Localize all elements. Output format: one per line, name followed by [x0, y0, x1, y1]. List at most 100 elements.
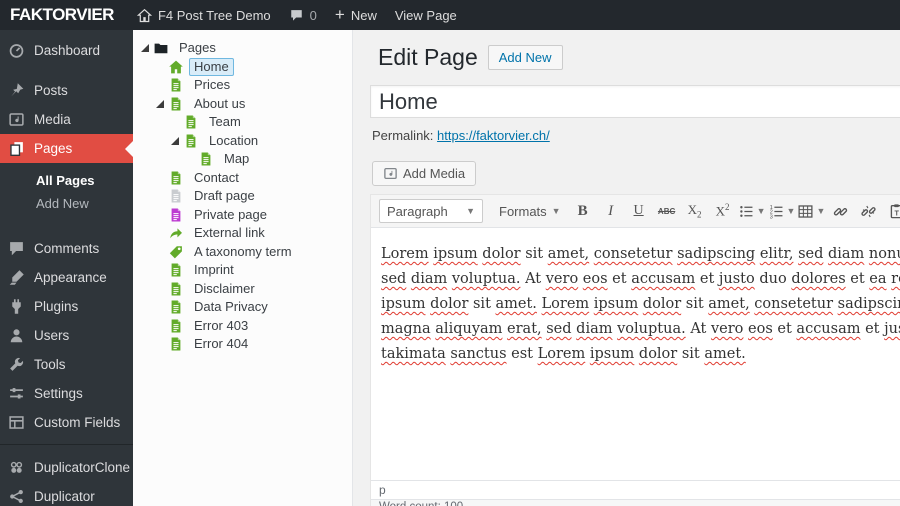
- site-menu[interactable]: F4 Post Tree Demo: [128, 0, 280, 30]
- tree-item-pages[interactable]: Pages: [141, 39, 348, 58]
- sidebar-item-users[interactable]: Users: [0, 321, 133, 350]
- sidebar-item-label: Settings: [34, 386, 83, 401]
- sidebar-item-custom-fields[interactable]: Custom Fields: [0, 408, 133, 437]
- bold-button[interactable]: B: [570, 198, 596, 224]
- comments-count: 0: [309, 7, 317, 23]
- pin-icon: [8, 82, 25, 99]
- tree-item-label: Imprint: [194, 262, 234, 278]
- tree-item-about-us[interactable]: About us: [141, 95, 348, 114]
- tree-item-team[interactable]: Team: [141, 113, 348, 132]
- sidebar-item-duplicatorclone[interactable]: DuplicatorClone: [0, 453, 133, 482]
- tree-item-label: About us: [194, 95, 246, 111]
- tree-item-label: Private page: [194, 206, 267, 222]
- permalink-label: Permalink:: [372, 128, 434, 143]
- sidebar-item-tools[interactable]: Tools: [0, 350, 133, 379]
- tree-item-label: External link: [194, 225, 265, 241]
- admin-menu: Dashboard Posts Media Pages All Pages Add New…: [0, 30, 133, 506]
- underline-button[interactable]: U: [626, 198, 652, 224]
- tree-item-data-privacy[interactable]: Data Privacy: [141, 298, 348, 317]
- sidebar-item-media[interactable]: Media: [0, 105, 133, 134]
- users-icon: [8, 327, 25, 344]
- tree-item-disclaimer[interactable]: Disclaimer: [141, 280, 348, 299]
- draft-page-icon: [168, 188, 184, 204]
- sidebar-item-label: DuplicatorClone: [34, 460, 131, 475]
- admin-bar: FAKTORVIER F4 Post Tree Demo 0 + New Vie…: [0, 0, 900, 30]
- sidebar-item-label: Duplicator: [34, 489, 95, 504]
- site-name: F4 Post Tree Demo: [157, 7, 271, 23]
- page-icon: [198, 151, 214, 167]
- sidebar-item-label: Plugins: [34, 299, 79, 314]
- sidebar-item-label: Tools: [34, 357, 66, 372]
- sidebar-item-appearance[interactable]: Appearance: [0, 263, 133, 292]
- home-icon: [168, 59, 184, 75]
- appearance-icon: [8, 269, 25, 286]
- page-icon: [168, 262, 184, 278]
- subscript-button[interactable]: X2: [682, 198, 708, 224]
- edit-page-main: Edit Page Add New Permalink: https://fak…: [353, 30, 900, 506]
- tree-item-error-403[interactable]: Error 403: [141, 317, 348, 336]
- sidebar-item-label: Comments: [34, 241, 100, 256]
- word-count-label: Word count:: [379, 501, 441, 506]
- bulleted-list-button[interactable]: ▼: [738, 198, 766, 224]
- menu-separator: [0, 223, 133, 234]
- new-label: New: [350, 7, 377, 23]
- remove-link-button[interactable]: [855, 198, 881, 224]
- editor-content-area[interactable]: Lorem ipsum dolor sit amet, consetetur s…: [371, 228, 900, 480]
- insert-link-button[interactable]: [827, 198, 853, 224]
- plus-icon: +: [334, 4, 345, 24]
- paragraph-format-select[interactable]: Paragraph ▼: [379, 199, 483, 223]
- duplicator-clone-icon: [8, 459, 25, 476]
- submenu-item-add-new[interactable]: Add New: [0, 192, 133, 215]
- tree-item-private-page[interactable]: Private page: [141, 206, 348, 225]
- tree-item-a-taxonomy-term[interactable]: A taxonomy term: [141, 243, 348, 262]
- tree-expander-icon[interactable]: [156, 99, 168, 108]
- sidebar-item-comments[interactable]: Comments: [0, 234, 133, 263]
- paste-as-text-button[interactable]: T: [883, 198, 900, 224]
- add-media-button[interactable]: Add Media: [372, 161, 477, 186]
- sidebar-item-dashboard[interactable]: Dashboard: [0, 36, 133, 65]
- submenu-item-all-pages[interactable]: All Pages: [0, 169, 133, 192]
- superscript-button[interactable]: X2: [710, 198, 736, 224]
- formats-dropdown[interactable]: Formats ▼: [491, 204, 569, 219]
- tree-item-error-404[interactable]: Error 404: [141, 335, 348, 354]
- media-icon: [8, 111, 25, 128]
- sidebar-item-plugins[interactable]: Plugins: [0, 292, 133, 321]
- numbered-list-button[interactable]: 1 2 3 ▼: [768, 198, 795, 224]
- strikethrough-button[interactable]: ABC: [654, 198, 680, 224]
- sidebar-item-posts[interactable]: Posts: [0, 76, 133, 105]
- view-page-link[interactable]: View Page: [386, 0, 466, 30]
- new-menu[interactable]: + New: [326, 0, 386, 30]
- dashboard-icon: [8, 42, 25, 59]
- comment-bubble-icon: [289, 8, 304, 22]
- private-page-icon: [168, 207, 184, 223]
- sidebar-item-pages[interactable]: Pages: [0, 134, 133, 163]
- tree-item-label: Contact: [194, 169, 239, 185]
- tree-item-home[interactable]: Home: [141, 57, 348, 77]
- add-media-label: Add Media: [403, 166, 466, 181]
- table-button[interactable]: ▼: [797, 198, 825, 224]
- tree-item-label: Location: [209, 132, 259, 148]
- italic-button[interactable]: I: [598, 198, 624, 224]
- sidebar-item-label: Media: [34, 112, 71, 127]
- post-title-input[interactable]: [370, 85, 900, 118]
- faktorvier-logo: FAKTORVIER: [10, 5, 114, 24]
- sidebar-item-duplicator[interactable]: Duplicator: [0, 482, 133, 506]
- add-new-button[interactable]: Add New: [487, 45, 563, 70]
- plugins-icon: [8, 298, 25, 315]
- tree-item-location[interactable]: Location: [141, 132, 348, 151]
- menu-separator: [0, 437, 133, 453]
- tree-expander-icon[interactable]: [171, 136, 183, 145]
- tree-item-prices[interactable]: Prices: [141, 76, 348, 95]
- tree-item-external-link[interactable]: External link: [141, 224, 348, 243]
- tree-item-imprint[interactable]: Imprint: [141, 261, 348, 280]
- tree-item-contact[interactable]: Contact: [141, 169, 348, 188]
- permalink-link[interactable]: https://faktorvier.ch/: [437, 128, 550, 143]
- media-icon: [384, 167, 397, 180]
- tree-item-map[interactable]: Map: [141, 150, 348, 169]
- sidebar-item-settings[interactable]: Settings: [0, 379, 133, 408]
- tree-item-draft-page[interactable]: Draft page: [141, 187, 348, 206]
- tree-expander-icon[interactable]: [141, 44, 153, 53]
- tree-item-label: Map: [224, 151, 250, 167]
- comments-menu[interactable]: 0: [280, 0, 326, 30]
- pages-icon: [8, 140, 25, 157]
